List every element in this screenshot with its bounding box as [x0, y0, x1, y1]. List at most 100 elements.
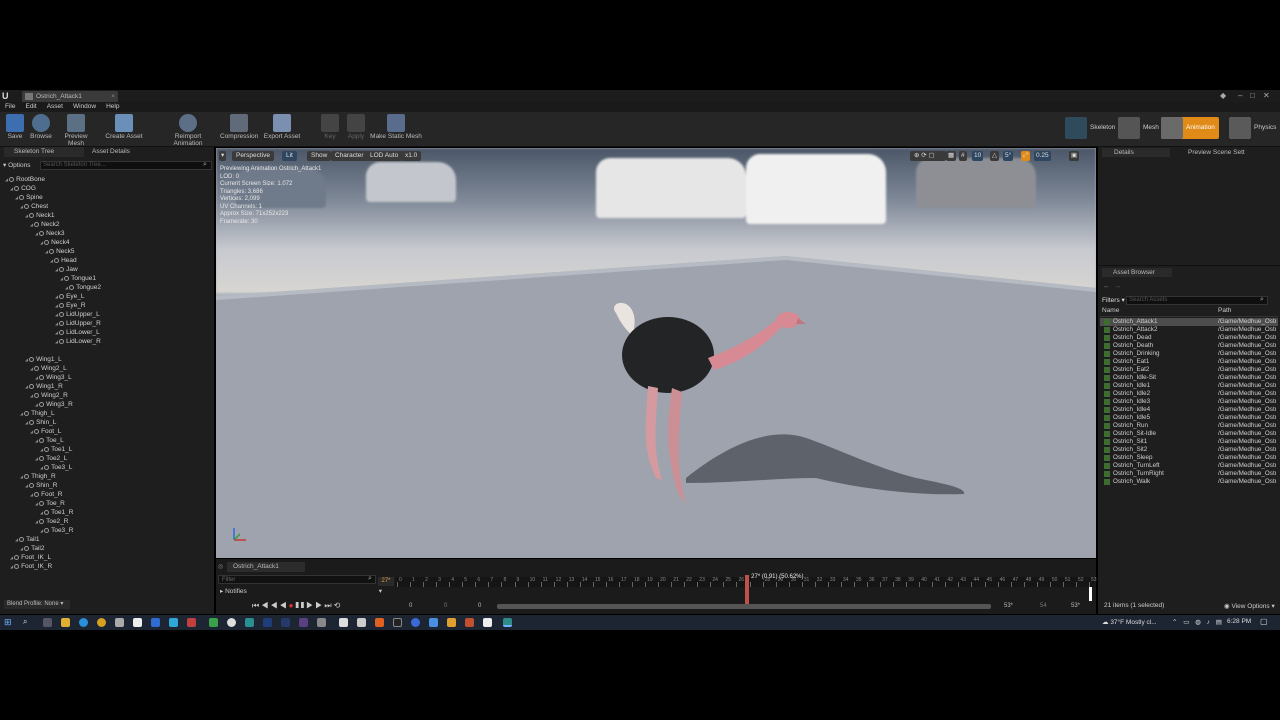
app-icon-10[interactable] [281, 618, 290, 627]
app-icon-3[interactable] [151, 618, 160, 627]
menu-help[interactable]: Help [101, 102, 124, 112]
column-header-path[interactable]: Path [1218, 307, 1231, 314]
scale-snap-value[interactable]: 0.25 [1034, 151, 1051, 161]
expand-arrow-icon[interactable]: ◢ [35, 456, 38, 461]
expand-arrow-icon[interactable]: ◢ [30, 393, 33, 398]
animation-viewport[interactable]: ▾ Perspective Lit Show Character LOD Aut… [216, 148, 1096, 558]
bone-tree-item[interactable]: ◢ Tail1 [15, 535, 39, 544]
expand-arrow-icon[interactable]: ◢ [30, 492, 33, 497]
expand-arrow-icon[interactable]: ◢ [5, 177, 8, 182]
unreal-engine-taskbar-icon[interactable] [503, 618, 512, 627]
end-marker[interactable] [1089, 587, 1092, 601]
task-view-icon[interactable] [43, 618, 52, 627]
forward-arrow-icon[interactable]: → [1114, 283, 1121, 290]
asset-row-name[interactable]: Ostrich_Sit2 [1113, 446, 1147, 454]
source-control-icon[interactable]: ◆ [1220, 91, 1226, 101]
app-icon-16[interactable] [393, 618, 402, 627]
animation-mode-button[interactable]: Animation [1161, 117, 1219, 139]
app-icon-2[interactable] [133, 618, 142, 627]
bone-tree-item[interactable]: ◢ LidUpper_R [55, 319, 101, 328]
play-reverse-icon[interactable]: ◀ [279, 601, 288, 610]
asset-row-name[interactable]: Ostrich_Drinking [1113, 350, 1160, 358]
notifies-track[interactable]: ▸ Notifies ▾ [220, 587, 386, 596]
asset-row-name[interactable]: Ostrich_Run [1113, 422, 1148, 430]
app-icon-8[interactable] [245, 618, 254, 627]
expand-arrow-icon[interactable]: ◢ [20, 204, 23, 209]
pause-icon[interactable]: ❚❚ [295, 601, 306, 610]
bone-tree-item[interactable]: ◢ Neck5 [45, 247, 75, 256]
expand-arrow-icon[interactable]: ◢ [30, 366, 33, 371]
expand-arrow-icon[interactable]: ◢ [20, 411, 23, 416]
bone-tree-item[interactable]: ◢ Toe2_L [35, 454, 67, 463]
tab-preview-scene-settings[interactable]: Preview Scene Sett [1178, 148, 1278, 157]
export-asset-button[interactable]: Export Asset [262, 114, 302, 144]
bone-tree-item[interactable]: ◢ Foot_L [30, 427, 61, 436]
perspective-button[interactable]: Perspective [232, 151, 274, 161]
app-icon-17[interactable] [411, 618, 420, 627]
playhead[interactable] [745, 575, 750, 607]
bone-tree-item[interactable]: ◢ Neck1 [25, 211, 55, 220]
create-asset-button[interactable]: Create Asset [104, 114, 144, 144]
expand-arrow-icon[interactable]: ◢ [20, 474, 23, 479]
app-icon-14[interactable] [357, 618, 366, 627]
expand-arrow-icon[interactable]: ◢ [10, 186, 13, 191]
bone-tree-item[interactable]: ◢ Toe3_R [40, 526, 73, 535]
physics-mode-button[interactable]: Physics [1229, 117, 1279, 139]
expand-arrow-icon[interactable]: ◢ [30, 429, 33, 434]
expand-arrow-icon[interactable]: ◢ [10, 555, 13, 560]
bone-tree-item[interactable]: ◢ Neck4 [40, 238, 70, 247]
bone-tree-item[interactable]: ◢ Foot_IK_R [10, 562, 52, 571]
bone-tree-item[interactable]: ◢ Shin_L [25, 418, 56, 427]
system-tray[interactable]: ⌃ ▭ ◍ ♪ ▤ [1172, 618, 1224, 626]
app-icon-11[interactable] [299, 618, 308, 627]
bone-tree-item[interactable]: ◢ Thigh_L [20, 409, 55, 418]
bone-tree-item[interactable]: ◢ Shin_R [25, 481, 57, 490]
bone-tree-item[interactable]: ◢ Toe_R [35, 499, 65, 508]
timeline-filter-input[interactable]: Filter [218, 575, 376, 584]
transform-tools[interactable]: ⊕ ⟳ ▢ [910, 151, 946, 161]
playback-speed-button[interactable]: x1.0 [401, 151, 422, 161]
tab-asset-browser[interactable]: Asset Browser [1102, 268, 1172, 277]
expand-arrow-icon[interactable]: ◢ [55, 294, 58, 299]
asset-row-name[interactable]: Ostrich_TurnRight [1113, 470, 1164, 478]
expand-arrow-icon[interactable]: ◢ [55, 267, 58, 272]
file-explorer-icon[interactable] [61, 618, 70, 627]
step-back-icon[interactable]: ◀◀ [261, 601, 279, 610]
expand-arrow-icon[interactable]: ◢ [15, 195, 18, 200]
expand-arrow-icon[interactable]: ◢ [25, 420, 28, 425]
lod-button[interactable]: LOD Auto [366, 151, 403, 161]
bone-tree-item[interactable]: ◢ Wing1_L [25, 355, 62, 364]
taskbar-search-icon[interactable]: ⌕ [23, 617, 27, 627]
menu-edit[interactable]: Edit [20, 102, 41, 112]
bone-tree-item[interactable]: ◢ LidLower_L [55, 328, 100, 337]
asset-row-name[interactable]: Ostrich_Dead [1113, 334, 1152, 342]
bone-tree-item[interactable]: ◢ Toe2_R [35, 517, 68, 526]
expand-arrow-icon[interactable]: ◢ [55, 330, 58, 335]
asset-row-name[interactable]: Ostrich_TurnLeft [1113, 462, 1160, 470]
menu-asset[interactable]: Asset [42, 102, 68, 112]
bone-tree-item[interactable]: ◢ Eye_R [55, 301, 86, 310]
app-icon-15[interactable] [375, 618, 384, 627]
skeleton-search-input[interactable]: Search Skeleton Tree... [40, 161, 212, 170]
expand-arrow-icon[interactable]: ◢ [15, 537, 18, 542]
notifications-icon[interactable]: ▢ [1260, 617, 1268, 626]
skip-to-end-icon[interactable]: ⏭ [324, 601, 333, 610]
reimport-animation-button[interactable]: Reimport Animation [160, 114, 216, 147]
expand-arrow-icon[interactable]: ◢ [50, 258, 53, 263]
skip-to-start-icon[interactable]: ⏮ [252, 601, 261, 610]
asset-row-name[interactable]: Ostrich_Sleep [1113, 454, 1153, 462]
app-icon-1[interactable] [115, 618, 124, 627]
expand-arrow-icon[interactable]: ◢ [35, 231, 38, 236]
asset-search-input[interactable]: Search Assets [1126, 296, 1268, 305]
asset-row-name[interactable]: Ostrich_Sit1 [1113, 438, 1147, 446]
asset-row-name[interactable]: Ostrich_Eat1 [1113, 358, 1149, 366]
asset-row-name[interactable]: Ostrich_Idle4 [1113, 406, 1150, 414]
close-tab-icon[interactable]: × [111, 91, 115, 102]
bone-tree-item[interactable]: ◢ Toe1_R [40, 508, 73, 517]
bone-tree-item[interactable]: ◢ Eye_L [55, 292, 85, 301]
maximize-viewport-icon[interactable]: ▣ [1069, 151, 1080, 161]
surface-snap-icon[interactable]: ▦ [946, 151, 957, 161]
expand-arrow-icon[interactable]: ◢ [35, 375, 38, 380]
app-icon-13[interactable] [339, 618, 348, 627]
app-icon-12[interactable] [317, 618, 326, 627]
